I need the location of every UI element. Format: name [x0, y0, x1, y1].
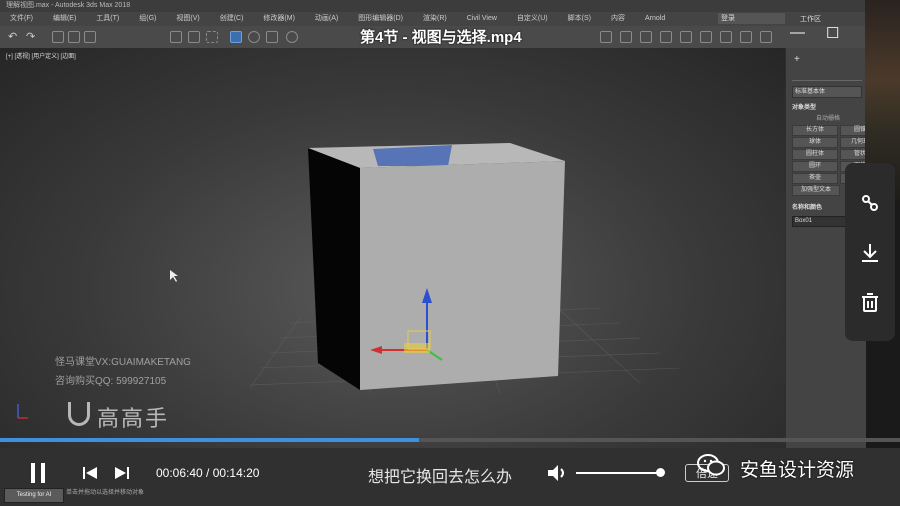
- bind-space-warp-icon[interactable]: [84, 31, 96, 43]
- maxscript-listener[interactable]: Testing for AI: [4, 488, 64, 503]
- subtitle: 想把它换回去怎么办: [368, 469, 513, 486]
- create-tab-icon[interactable]: +: [794, 54, 800, 65]
- menu-item[interactable]: 渲染(R): [413, 12, 457, 26]
- primitive-type-dropdown[interactable]: 标准基本体: [792, 86, 862, 98]
- snap-toggle-icon[interactable]: [600, 31, 612, 43]
- undo-icon[interactable]: ↶: [8, 31, 20, 43]
- share-icon[interactable]: [858, 191, 882, 215]
- mouse-cursor: [170, 270, 178, 282]
- watermark-logo: 高高手: [97, 406, 170, 431]
- video-title: 第4节 - 视图与选择.mp4: [360, 29, 522, 46]
- rectangular-selection-icon[interactable]: [206, 31, 218, 43]
- volume-knob[interactable]: [656, 468, 665, 477]
- menu-item[interactable]: Arnold: [635, 12, 675, 26]
- cube-front-face[interactable]: [360, 161, 565, 390]
- progress-fill: [0, 438, 419, 442]
- volume-icon[interactable]: [546, 463, 568, 488]
- menu-item[interactable]: 内容: [601, 12, 635, 26]
- delete-icon[interactable]: [858, 291, 882, 315]
- menu-item[interactable]: 创建(C): [210, 12, 254, 26]
- menu-item[interactable]: 工具(T): [86, 12, 129, 26]
- rotate-icon[interactable]: [248, 31, 260, 43]
- menu-item[interactable]: Civil View: [457, 12, 507, 26]
- view-axis-tripod: [17, 404, 28, 419]
- sign-in-dropdown[interactable]: 登录: [718, 13, 785, 24]
- render-setup-icon[interactable]: [760, 31, 772, 43]
- volume-slider[interactable]: [576, 472, 660, 474]
- total-time: 00:14:20: [212, 466, 260, 480]
- menu-item[interactable]: 编辑(E): [43, 12, 86, 26]
- scale-icon[interactable]: [266, 31, 278, 43]
- primitive-button[interactable]: 长方体: [792, 125, 838, 136]
- pause-icon[interactable]: [28, 462, 48, 489]
- name-color-rollout[interactable]: 名称和颜色: [792, 202, 822, 211]
- window-title: 理解视图.max - Autodesk 3ds Max 2018: [6, 2, 131, 9]
- align-icon[interactable]: [660, 31, 672, 43]
- minimize-icon[interactable]: —: [790, 24, 805, 41]
- menu-item[interactable]: 动画(A): [305, 12, 348, 26]
- next-icon[interactable]: [114, 466, 130, 485]
- object-type-rollout[interactable]: 对象类型: [792, 102, 816, 111]
- floating-toolbar: [845, 163, 895, 341]
- autogrid-checkbox[interactable]: 自动栅格: [816, 113, 840, 122]
- menu-item[interactable]: 修改器(M): [253, 12, 305, 26]
- link-icon[interactable]: [52, 31, 64, 43]
- named-selection-icon[interactable]: [620, 31, 632, 43]
- menu-item[interactable]: 文件(F): [0, 12, 43, 26]
- logo-mark-icon: [68, 402, 90, 426]
- primitive-button[interactable]: 茶壶: [792, 173, 838, 184]
- time-display: 00:06:40 / 00:14:20: [156, 466, 259, 480]
- watermark-line-1: 怪马课堂VX:GUAIMAKETANG: [55, 357, 191, 368]
- cube-left-face[interactable]: [308, 148, 360, 390]
- menu-item[interactable]: 自定义(U): [507, 12, 558, 26]
- brand-watermark: 安鱼设计资源: [740, 460, 855, 481]
- viewport-label[interactable]: [+] [透视] [用户定义] [边面]: [6, 51, 76, 60]
- material-editor-icon[interactable]: [740, 31, 752, 43]
- previous-icon[interactable]: [82, 466, 98, 485]
- layer-manager-icon[interactable]: [680, 31, 692, 43]
- menu-item[interactable]: 图形编辑器(D): [348, 12, 413, 26]
- scene-svg: [17, 143, 681, 419]
- current-time: 00:06:40: [156, 466, 203, 480]
- status-hint: 单击并拖动以选择并移动对象: [66, 490, 145, 496]
- menu-item[interactable]: 组(G): [129, 12, 166, 26]
- download-icon[interactable]: [858, 241, 882, 265]
- menu-item[interactable]: 脚本(S): [558, 12, 601, 26]
- primitive-button[interactable]: 加强型文本: [792, 185, 840, 196]
- placement-icon[interactable]: [286, 31, 298, 43]
- primitive-button[interactable]: 球体: [792, 137, 838, 148]
- time-separator: /: [202, 466, 213, 480]
- redo-icon[interactable]: ↷: [26, 31, 38, 43]
- mirror-icon[interactable]: [640, 31, 652, 43]
- window-title-bar: 理解视图.max - Autodesk 3ds Max 2018: [0, 0, 865, 12]
- select-and-move-icon[interactable]: [230, 31, 242, 43]
- schematic-view-icon[interactable]: [720, 31, 732, 43]
- primitive-button[interactable]: 圆柱体: [792, 149, 838, 160]
- category-icons[interactable]: [792, 70, 862, 81]
- maximize-icon[interactable]: ☐: [826, 24, 839, 42]
- perspective-viewport[interactable]: [0, 48, 785, 448]
- workspace-label: 工作区: [800, 16, 821, 23]
- menu-item[interactable]: 视图(V): [166, 12, 209, 26]
- select-by-name-icon[interactable]: [188, 31, 200, 43]
- wechat-icon: [697, 452, 725, 478]
- curve-editor-icon[interactable]: [700, 31, 712, 43]
- select-object-icon[interactable]: [170, 31, 182, 43]
- watermark-line-2: 咨询购买QQ: 599927105: [55, 376, 167, 387]
- primitive-button[interactable]: 圆环: [792, 161, 838, 172]
- unlink-icon[interactable]: [68, 31, 80, 43]
